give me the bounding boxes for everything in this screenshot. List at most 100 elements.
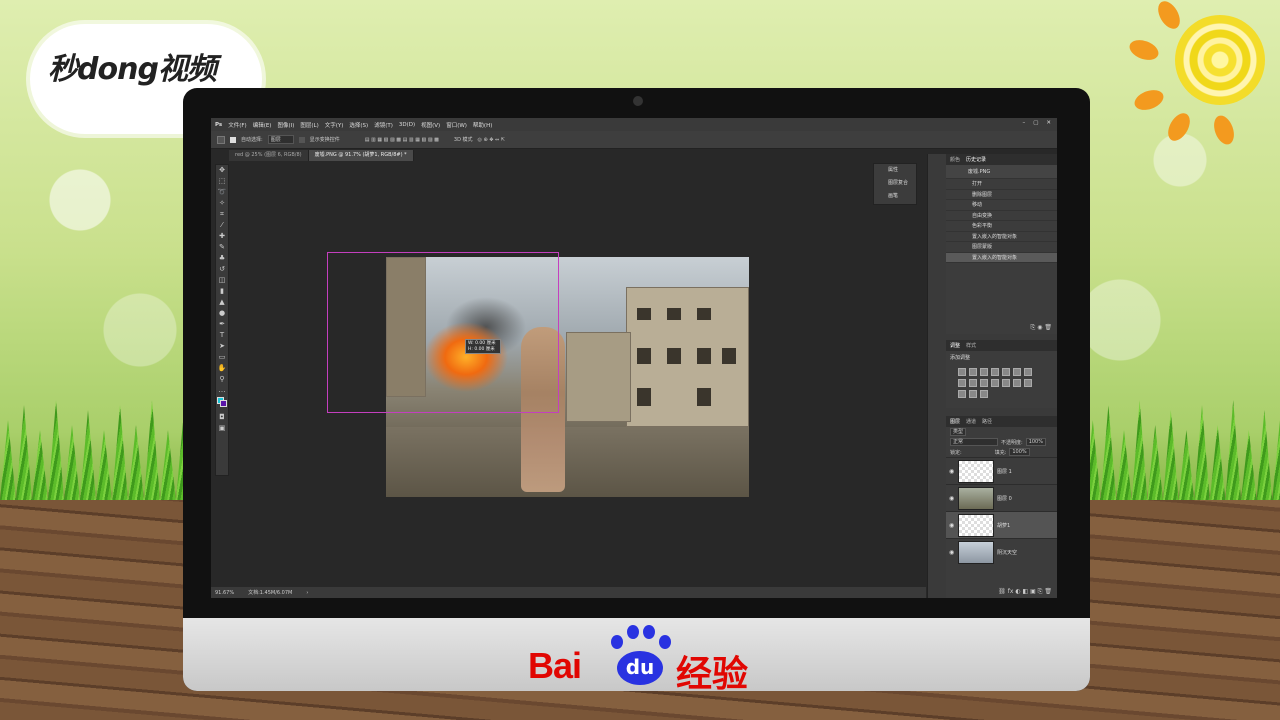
history-snapshot[interactable]: 废墟.PNG [946,165,1057,179]
tab-document-1[interactable]: red @ 25% (图层 6, RGB/8) [229,150,309,161]
pen-tool-icon[interactable]: ✒ [216,319,228,330]
gradient-tool-icon[interactable]: ▮ [216,286,228,297]
history-footer-icons[interactable]: ⎘ ◉ 🗑 [1031,324,1052,332]
history-item-selected[interactable]: 置入嵌入的智能对象 [946,252,1057,263]
watermark-text: 秒dong视频 [48,52,217,87]
history-panel: 颜色 历史记录 废墟.PNG 打开 删除图层 移动 自由变换 色彩平衡 置入嵌入… [946,154,1057,334]
grass-right [1085,400,1280,500]
magic-wand-tool-icon[interactable]: ✧ [216,198,228,209]
menu-layer[interactable]: 图层(L) [300,121,318,129]
fill-input[interactable]: 100% [1009,448,1030,456]
eye-icon[interactable]: ◉ [949,522,955,529]
color-swatches[interactable] [216,396,228,412]
layer-row[interactable]: ◉ 图层 0 [946,484,1057,511]
history-item[interactable]: 置入嵌入的智能对象 [946,232,1057,242]
stamp-tool-icon[interactable]: ♣ [216,253,228,264]
status-arrow-icon[interactable]: › [306,590,308,596]
history-item[interactable]: 色彩平衡 [946,221,1057,232]
menu-window[interactable]: 窗口(W) [446,121,467,129]
close-icon[interactable]: ✕ [1046,120,1051,126]
brush-tool-icon[interactable]: ✎ [216,242,228,253]
tab-paths[interactable]: 路径 [982,418,992,425]
eye-icon[interactable]: ◉ [949,468,955,475]
menu-select[interactable]: 选择(S) [349,121,368,129]
menu-view[interactable]: 视图(V) [421,121,440,129]
healing-brush-tool-icon[interactable]: ✚ [216,231,228,242]
panel-properties[interactable]: 属性 [874,164,916,177]
adjustment-icons[interactable] [946,364,1046,402]
history-item[interactable]: 删除图层 [946,190,1057,200]
adjustments-title: 添加调整 [950,355,971,361]
building-middle [566,332,631,422]
show-transform-label: 显示变换控件 [309,137,340,143]
tab-channels[interactable]: 通道 [966,418,976,425]
quick-mask-icon[interactable]: ◘ [216,412,228,423]
more-tools-icon[interactable]: … [216,385,228,396]
layer-kind-filter[interactable]: 类型 [950,428,967,436]
auto-select-dropdown[interactable]: 图层 [267,135,294,144]
dodge-tool-icon[interactable]: ● [216,308,228,319]
layer-name: 图层 1 [997,468,1012,475]
layer-row[interactable]: ◉ 图层 1 [946,457,1057,484]
panel-brush[interactable]: 画笔 [874,190,916,203]
history-item[interactable]: 打开 [946,179,1057,190]
hand-tool-icon[interactable]: ✋ [216,363,228,374]
tab-color[interactable]: 颜色 [950,156,960,163]
menu-file[interactable]: 文件(F) [228,121,246,129]
move-tool-preset-icon[interactable] [217,135,225,144]
crop-tool-icon[interactable]: ⌗ [216,209,228,220]
sun-ray-icon [1153,0,1185,33]
panel-layer-comps[interactable]: 图层复合 [874,177,916,190]
show-transform-checkbox[interactable] [298,136,305,143]
marquee-tool-icon[interactable]: ⬚ [216,176,228,187]
history-item[interactable]: 移动 [946,200,1057,211]
tab-document-2[interactable]: 废墟.PNG @ 91.7% (胡萝1, RGB/8#) * [308,150,414,161]
blend-mode-dropdown[interactable]: 正常 [950,438,998,446]
layer-row-selected[interactable]: ◉ 胡萝1 [946,511,1057,538]
history-item[interactable]: 自由变换 [946,211,1057,221]
zoom-tool-icon[interactable]: ⚲ [216,374,228,385]
shape-tool-icon[interactable]: ▭ [216,352,228,363]
eyedropper-tool-icon[interactable]: ⁄ [216,220,228,231]
opacity-input[interactable]: 100% [1025,438,1046,446]
eraser-tool-icon[interactable]: ◫ [216,275,228,286]
menu-image[interactable]: 图像(I) [277,121,294,129]
move-tool-icon[interactable]: ✥ [216,165,228,176]
window-controls: – ▢ ✕ [1022,120,1051,126]
layer-name: 阴沉天空 [997,549,1018,556]
eye-icon[interactable]: ◉ [949,495,955,502]
layer-row[interactable]: ◉ 阴沉天空 [946,538,1057,565]
align-icons[interactable]: ▤ ▥ ▦ ▧ ▨ ▩ ▤ ▥ ▦ ▧ ▨ ▩ [365,137,439,143]
tab-styles[interactable]: 样式 [966,342,976,349]
menu-filter[interactable]: 滤镜(T) [374,121,393,129]
layers-footer-icons[interactable]: ⛓ fx ◐ ◧ ▣ ⎘ 🗑 [998,588,1052,596]
monitor: Ps 文件(F) 编辑(E) 图像(I) 图层(L) 文字(Y) 选择(S) 滤… [183,88,1090,691]
tools-panel: ✥ ⬚ ➰ ✧ ⌗ ⁄ ✚ ✎ ♣ ↺ ◫ ▮ ▲ ● ✒ T ➤ ▭ ✋ ⚲ … [215,164,229,476]
zoom-level[interactable]: 91.67% [215,590,234,596]
background-color[interactable] [220,400,227,407]
path-selection-tool-icon[interactable]: ➤ [216,341,228,352]
type-tool-icon[interactable]: T [216,330,228,341]
menu-edit[interactable]: 编辑(E) [253,121,272,129]
minimize-icon[interactable]: – [1022,120,1025,126]
lasso-tool-icon[interactable]: ➰ [216,187,228,198]
eye-icon[interactable]: ◉ [949,549,955,556]
layer-thumbnail [958,513,994,537]
sun-ray-icon [1126,36,1162,64]
blur-tool-icon[interactable]: ▲ [216,297,228,308]
menu-type[interactable]: 文字(Y) [325,121,344,129]
3d-mode-icons[interactable]: ◎ ⊕ ✥ ⇔ ⇱ [478,137,505,143]
tab-history[interactable]: 历史记录 [966,156,986,163]
baidu-logo-text: Bai [528,645,582,686]
menu-3d[interactable]: 3D(D) [399,122,415,128]
history-brush-tool-icon[interactable]: ↺ [216,264,228,275]
tab-adjustments[interactable]: 调整 [950,342,960,349]
history-item[interactable]: 图层蒙版 [946,242,1057,253]
restore-icon[interactable]: ▢ [1033,120,1038,126]
tab-layers[interactable]: 图层 [950,418,960,425]
screen-mode-icon[interactable]: ▣ [216,423,228,434]
menu-help[interactable]: 帮助(H) [473,121,492,129]
auto-select-checkbox[interactable] [230,136,236,143]
ps-logo: Ps [215,121,223,128]
transform-selection-box[interactable] [327,252,559,413]
